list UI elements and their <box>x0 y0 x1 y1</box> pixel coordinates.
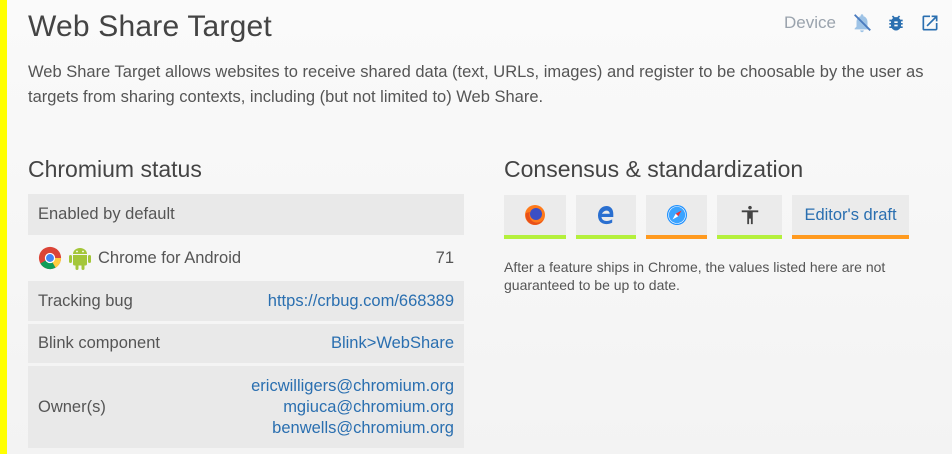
consensus-note: After a feature ships in Chrome, the val… <box>504 259 886 293</box>
chromium-status-table: Enabled by default Chrome for Android 71… <box>28 194 464 451</box>
owner-link[interactable]: benwells@chromium.org <box>251 418 454 439</box>
edge-icon <box>598 206 614 225</box>
blink-component-row: Blink component Blink>WebShare <box>28 324 464 363</box>
consensus-status-icons: Editor's draft <box>504 195 909 239</box>
bug-icon[interactable] <box>884 11 908 35</box>
highlight-bar <box>0 0 7 454</box>
android-icon <box>68 246 92 270</box>
feature-page: Web Share Target Device Web Share Target… <box>7 0 952 454</box>
enabled-label: Enabled by default <box>38 205 175 223</box>
accessibility-person-icon <box>741 205 758 225</box>
open-external-icon-svg <box>922 15 938 31</box>
bell-muted-icon-svg <box>854 14 871 33</box>
firefox-icon <box>525 205 545 225</box>
platform-label: Chrome for Android <box>98 248 242 267</box>
owners-label: Owner(s) <box>38 397 106 416</box>
header-actions: Device <box>784 10 942 36</box>
tracking-bug-link[interactable]: https://crbug.com/668389 <box>268 292 454 311</box>
bell-muted-icon[interactable] <box>850 11 874 35</box>
page-title: Web Share Target <box>28 10 272 43</box>
blink-component-link[interactable]: Blink>WebShare <box>331 334 454 353</box>
device-label: Device <box>784 13 836 32</box>
edge-status[interactable] <box>576 195 636 239</box>
blink-component-label: Blink component <box>38 334 160 352</box>
open-external-icon[interactable] <box>918 11 942 35</box>
bug-icon-svg <box>889 15 903 31</box>
tracking-bug-row: Tracking bug https://crbug.com/668389 <box>28 281 464 321</box>
owners-list: ericwilligers@chromium.org mgiuca@chromi… <box>251 376 454 439</box>
enabled-row: Enabled by default <box>28 194 464 235</box>
owner-link[interactable]: mgiuca@chromium.org <box>251 397 454 418</box>
safari-icon <box>666 205 687 225</box>
spec-status[interactable]: Editor's draft <box>792 195 909 239</box>
chrome-icon <box>38 246 62 270</box>
tracking-bug-label: Tracking bug <box>38 291 133 310</box>
chrome-icon-svg <box>38 246 62 270</box>
editors-draft-link[interactable]: Editor's draft <box>804 206 896 225</box>
firefox-status[interactable] <box>504 195 566 239</box>
android-icon-svg <box>69 248 91 270</box>
feature-description: Web Share Target allows websites to rece… <box>28 63 924 106</box>
owner-link[interactable]: ericwilligers@chromium.org <box>251 376 454 397</box>
platform-row: Chrome for Android 71 <box>28 238 464 278</box>
owners-row: Owner(s) ericwilligers@chromium.org mgiu… <box>28 366 464 448</box>
web-developers-status[interactable] <box>717 195 782 239</box>
chromium-status-heading: Chromium status <box>28 156 202 182</box>
platform-milestone: 71 <box>435 248 454 267</box>
safari-status[interactable] <box>646 195 707 239</box>
consensus-heading: Consensus & standardization <box>504 156 804 182</box>
